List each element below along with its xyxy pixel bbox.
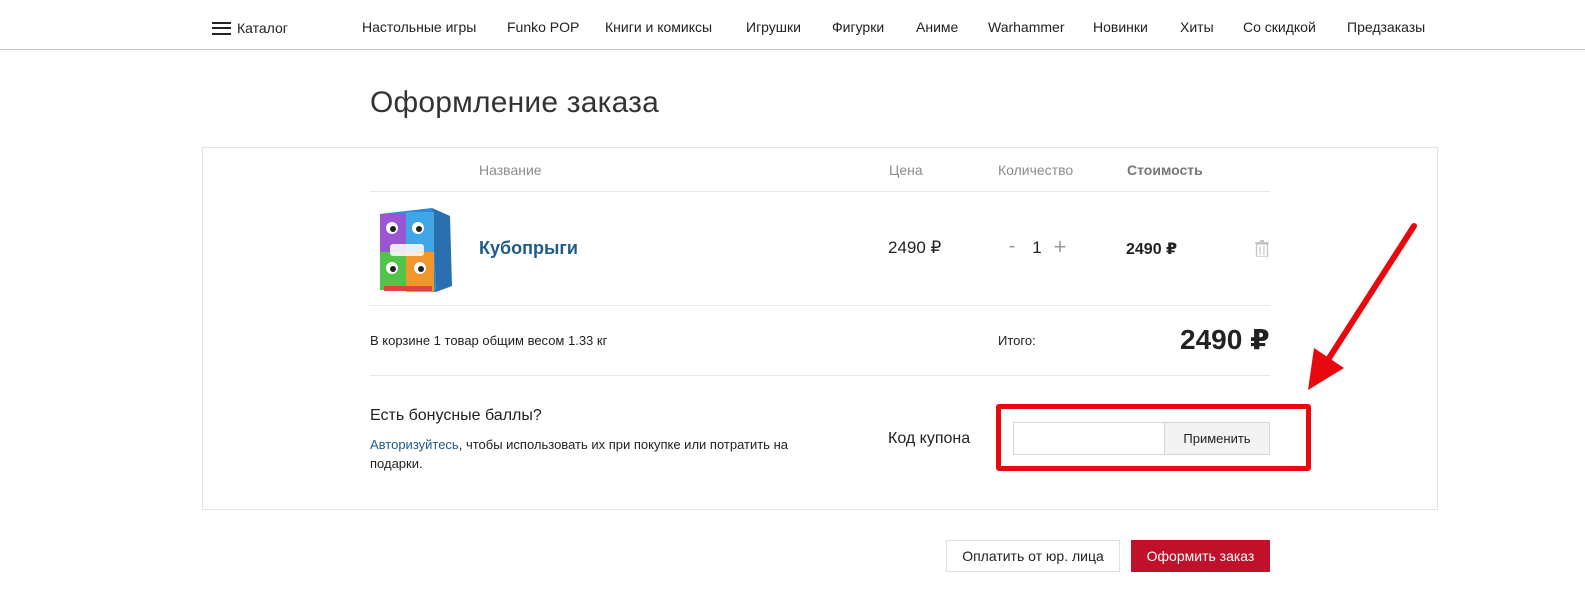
nav-link-new[interactable]: Новинки <box>1093 19 1148 35</box>
nav-link-preorders[interactable]: Предзаказы <box>1347 19 1425 35</box>
column-header-price: Цена <box>889 162 923 178</box>
total-label: Итого: <box>998 333 1036 348</box>
pay-as-legal-entity-button[interactable]: Оплатить от юр. лица <box>946 540 1120 572</box>
nav-link-warhammer[interactable]: Warhammer <box>988 19 1065 35</box>
coupon-input[interactable] <box>1013 422 1165 455</box>
column-header-quantity: Количество <box>998 162 1074 178</box>
apply-coupon-button[interactable]: Применить <box>1164 422 1270 455</box>
bonus-title: Есть бонусные баллы? <box>370 407 542 424</box>
arrow-icon <box>1308 223 1417 390</box>
product-name-link[interactable]: Кубопрыги <box>479 238 578 259</box>
catalog-label: Каталог <box>237 20 288 36</box>
bonus-description: Авторизуйтесь, чтобы использовать их при… <box>370 435 840 473</box>
total-value: 2490 ₽ <box>1180 324 1270 355</box>
divider <box>370 375 1270 376</box>
top-navigation: Каталог Настольные игры Funko POP Книги … <box>0 0 1585 50</box>
quantity-decrease-button[interactable]: - <box>1006 235 1018 258</box>
trash-icon[interactable] <box>1255 240 1269 257</box>
login-link[interactable]: Авторизуйтесь <box>370 437 459 452</box>
column-header-cost: Стоимость <box>1127 162 1203 178</box>
hamburger-icon <box>212 21 231 35</box>
nav-link-board-games[interactable]: Настольные игры <box>362 19 476 35</box>
quantity-increase-button[interactable]: + <box>1052 234 1068 260</box>
nav-link-anime[interactable]: Аниме <box>916 19 958 35</box>
page-title: Оформление заказа <box>370 86 659 119</box>
product-row-cost: 2490 ₽ <box>1126 241 1178 258</box>
nav-link-funko-pop[interactable]: Funko POP <box>507 19 579 35</box>
product-price: 2490 ₽ <box>888 238 942 257</box>
divider <box>370 305 1270 306</box>
product-image[interactable] <box>376 206 452 296</box>
catalog-menu-button[interactable]: Каталог <box>212 19 288 37</box>
nav-link-books-comics[interactable]: Книги и комиксы <box>605 19 712 35</box>
place-order-button[interactable]: Оформить заказ <box>1131 540 1270 572</box>
nav-link-toys[interactable]: Игрушки <box>746 19 801 35</box>
nav-link-sale[interactable]: Со скидкой <box>1243 19 1316 35</box>
cart-summary: В корзине 1 товар общим весом 1.33 кг <box>370 333 608 348</box>
quantity-value: 1 <box>1032 238 1042 257</box>
coupon-label: Код купона <box>888 430 971 447</box>
nav-link-hits[interactable]: Хиты <box>1180 19 1214 35</box>
column-header-name: Название <box>479 162 542 178</box>
divider <box>370 191 1270 192</box>
nav-link-figures[interactable]: Фигурки <box>832 19 884 35</box>
